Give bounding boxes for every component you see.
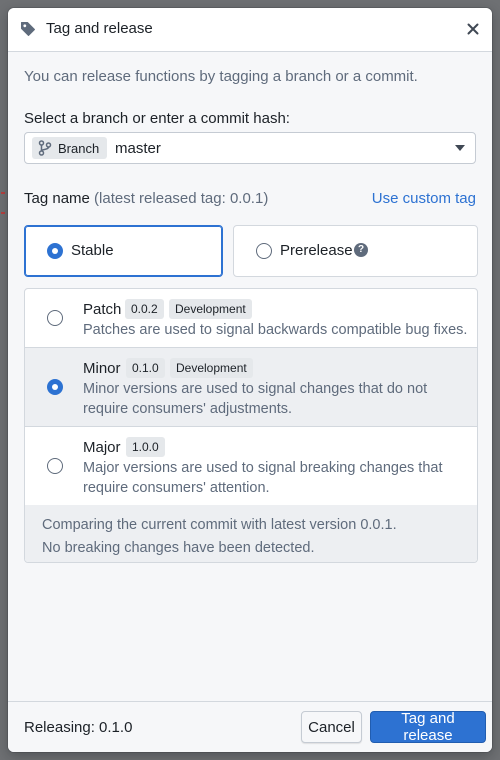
version-option-minor[interactable]: Minor 0.1.0 Development Minor versions a… xyxy=(25,348,477,427)
comparison-line: Comparing the current commit with latest… xyxy=(42,517,397,533)
version-number-badge: 1.0.0 xyxy=(126,437,165,457)
breaking-changes-status: No breaking changes have been detected. xyxy=(42,540,315,556)
releasing-version: Releasing: 0.1.0 xyxy=(24,719,133,736)
dialog-intro: You can release functions by tagging a b… xyxy=(24,68,418,85)
prerelease-option[interactable]: Prerelease ? xyxy=(233,225,478,277)
branch-field-label: Select a branch or enter a commit hash: xyxy=(24,110,290,127)
branch-tag: Branch xyxy=(32,137,108,159)
version-name: Minor xyxy=(83,360,121,377)
comparison-summary: Comparing the current commit with latest… xyxy=(25,505,477,562)
help-icon[interactable]: ? xyxy=(354,243,368,257)
minor-radio[interactable] xyxy=(47,379,63,395)
branch-select[interactable]: Branch master xyxy=(24,132,476,164)
latest-tag-hint: (latest released tag: 0.0.1) xyxy=(94,190,269,207)
stable-radio[interactable] xyxy=(47,243,63,259)
version-description: Major versions are used to signal breaki… xyxy=(83,460,443,496)
prerelease-radio[interactable] xyxy=(256,243,272,259)
stable-option[interactable]: Stable xyxy=(24,225,223,277)
cancel-button[interactable]: Cancel xyxy=(301,711,362,743)
version-name: Patch xyxy=(83,301,122,318)
version-description: Patches are used to signal backwards com… xyxy=(83,322,468,338)
major-radio[interactable] xyxy=(47,458,63,474)
tag-name-row: Tag name (latest released tag: 0.0.1) Us… xyxy=(24,190,476,207)
stage-badge: Development xyxy=(169,299,252,319)
version-number-badge: 0.1.0 xyxy=(126,358,165,378)
branch-value: master xyxy=(115,140,161,157)
version-description: Minor versions are used to signal change… xyxy=(83,381,428,417)
dialog-header: Tag and release xyxy=(8,8,492,52)
git-branch-icon xyxy=(38,140,52,156)
close-icon xyxy=(467,23,479,35)
tag-and-release-dialog: Tag and release You can release function… xyxy=(8,8,492,752)
branch-tag-label: Branch xyxy=(58,140,100,156)
stage-badge: Development xyxy=(170,358,253,378)
prerelease-label: Prerelease xyxy=(280,242,353,259)
close-button[interactable] xyxy=(462,18,484,40)
stable-label: Stable xyxy=(71,242,114,259)
tag-name-label: Tag name xyxy=(24,190,90,207)
version-option-patch[interactable]: Patch 0.0.2 Development Patches are used… xyxy=(25,289,477,348)
version-name: Major xyxy=(83,439,121,456)
caret-down-icon xyxy=(455,145,465,151)
version-number-badge: 0.0.2 xyxy=(125,299,164,319)
version-list: Patch 0.0.2 Development Patches are used… xyxy=(24,288,478,563)
dialog-footer: Releasing: 0.1.0 Cancel Tag and release xyxy=(8,701,492,752)
tag-and-release-button[interactable]: Tag and release xyxy=(370,710,486,744)
tag-icon xyxy=(20,21,36,37)
patch-radio[interactable] xyxy=(47,310,63,326)
backdrop xyxy=(0,190,8,230)
version-option-major[interactable]: Major 1.0.0 Major versions are used to s… xyxy=(25,427,477,505)
use-custom-tag-link[interactable]: Use custom tag xyxy=(372,190,476,207)
dialog-title: Tag and release xyxy=(46,20,153,37)
